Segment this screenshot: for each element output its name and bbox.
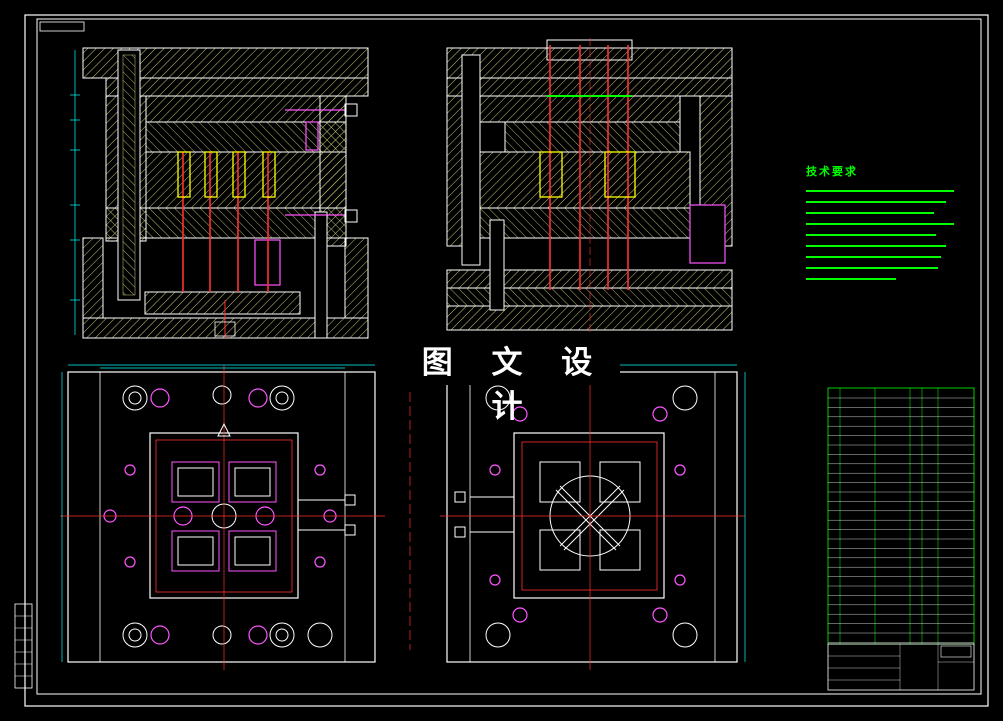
note-line — [806, 190, 954, 192]
technical-requirements-title: 技术要求 — [806, 165, 858, 178]
section-view-left — [70, 47, 369, 339]
parts-list-table — [827, 387, 975, 691]
note-line — [806, 256, 941, 258]
plan-view-right — [409, 364, 746, 670]
watermark: 图 文 设 计 — [408, 341, 620, 425]
note-line — [806, 201, 946, 203]
note-line — [806, 212, 934, 214]
note-line — [806, 223, 954, 225]
note-line — [806, 234, 936, 236]
plan-view-left — [60, 364, 385, 670]
section-view-right — [446, 38, 733, 335]
note-line — [806, 278, 896, 280]
technical-requirements-notes — [806, 188, 966, 280]
note-line — [806, 245, 946, 247]
note-line — [806, 267, 938, 269]
